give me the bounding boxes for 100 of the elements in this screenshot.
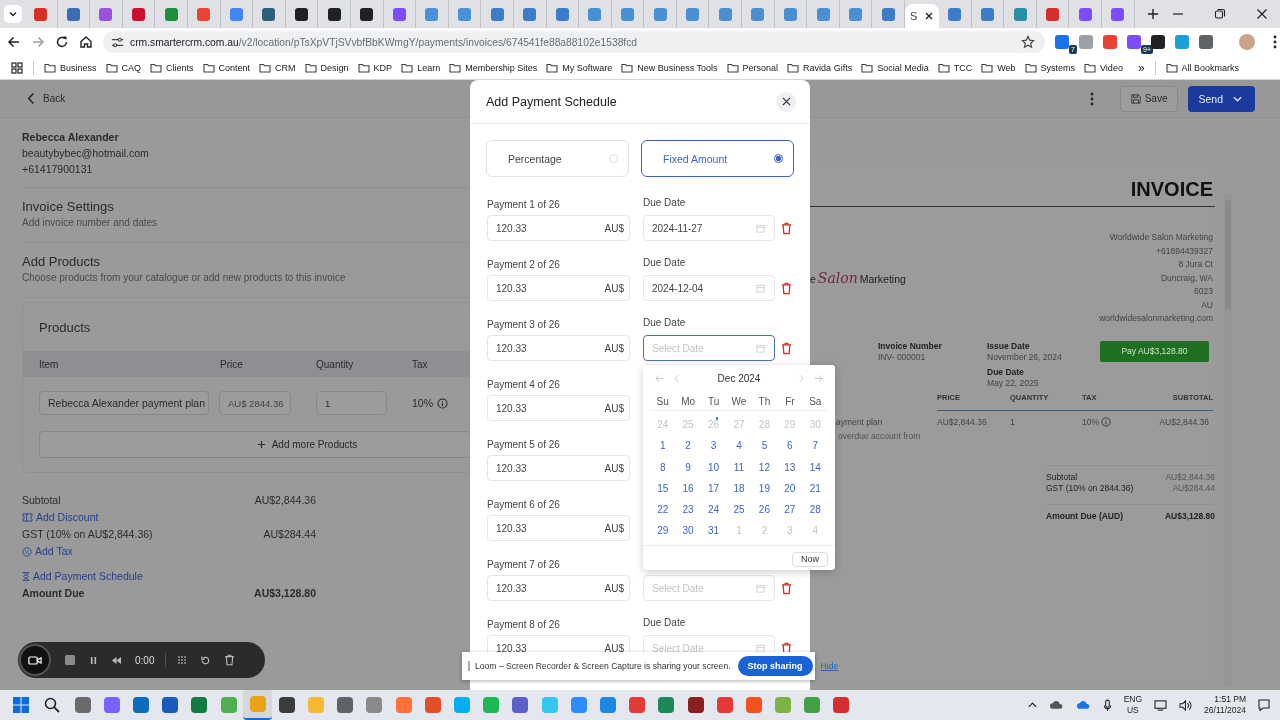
amount-field[interactable]: 120.33 AU$ [487,395,630,421]
calendar-day[interactable]: 25 [726,499,752,521]
restore-icon[interactable] [1214,8,1226,20]
extension-icon[interactable] [1103,35,1117,49]
speaker-icon[interactable] [1179,699,1193,711]
calendar-day[interactable]: 7 [802,435,828,457]
price-field[interactable]: AU$ 2844.36 [219,391,291,415]
trash-icon[interactable] [781,641,792,655]
bookmark-folder[interactable]: CAQ [121,62,142,73]
calendar-day[interactable]: 16 [675,477,701,500]
rewind-icon[interactable] [111,655,122,665]
extension-icon[interactable] [1199,35,1213,49]
trash-icon[interactable] [224,654,236,666]
cloud-icon[interactable] [1075,700,1091,710]
site-settings-icon[interactable] [111,35,124,49]
calendar-day[interactable]: 6 [777,435,803,457]
more-options-icon[interactable] [1089,91,1094,106]
calendar-day[interactable]: 19 [751,477,778,500]
stop-icon[interactable] [64,654,76,666]
microphone-icon[interactable] [1102,698,1112,712]
language-indicator[interactable]: ENG US [1123,694,1143,716]
bookmark-folder[interactable]: My Software [562,62,613,73]
amount-field[interactable]: 120.33 AU$ [487,575,630,601]
calendar-day[interactable]: 23 [675,499,701,521]
save-button[interactable]: Save [1119,85,1179,112]
bookmark-folder[interactable]: TCC [953,62,973,73]
calendar-day[interactable]: 14 [802,456,828,478]
bookmark-folder[interactable]: Clients [166,62,194,73]
bookmark-folder[interactable]: Design [320,62,349,73]
bookmark-folder[interactable]: Content [218,62,251,73]
camera-button[interactable] [19,644,51,676]
calendar-day[interactable]: 22 [650,499,676,521]
now-button[interactable]: Now [792,551,828,567]
calendar-day[interactable]: 18 [726,477,752,500]
item-field[interactable]: Rebecca Alexander payment plan [39,391,209,415]
calendar-day[interactable]: 1 [650,435,676,457]
calendar-day[interactable]: 5 [751,435,778,457]
calendar-day[interactable]: 3 [700,435,727,457]
bookmark-folder[interactable]: Learn [417,62,441,73]
pay-button[interactable]: Pay AU$3,128.80 [1100,340,1209,362]
extension-icon[interactable] [1151,35,1165,49]
menu-icon[interactable] [1273,35,1277,49]
amount-field[interactable]: 120.33 AU$ [487,455,630,481]
amount-field[interactable]: 120.33 AU$ [487,215,630,241]
reload-icon[interactable] [55,35,69,49]
trash-icon[interactable] [781,341,792,355]
more-bookmarks-button[interactable]: » [1137,60,1145,75]
calendar-day[interactable]: 9 [675,456,701,478]
apps-grid-icon[interactable] [11,61,23,74]
calendar-day[interactable]: 11 [726,456,752,478]
calendar-day[interactable]: 24 [700,499,727,521]
summary-link[interactable]: Add Tax [22,543,73,560]
bookmark-folder[interactable]: Personal [742,62,779,73]
calendar-day[interactable]: 21 [802,477,828,500]
clock[interactable]: 1:51 PM 26/11/2024 [1204,694,1246,716]
restart-icon[interactable] [200,654,212,666]
option-card[interactable]: Fixed Amount [641,140,794,177]
home-icon[interactable] [79,35,93,49]
extension-icon[interactable] [1127,35,1141,49]
quantity-field[interactable]: 1 [316,391,387,415]
calendar-day[interactable]: 28 [802,499,828,521]
calendar-day[interactable]: 27 [777,499,803,521]
bookmark-folder[interactable]: Ravida Gifts [803,62,853,73]
calendar-day[interactable]: 12 [751,456,778,478]
amount-field[interactable]: 120.33 AU$ [487,275,630,301]
add-products-button[interactable]: Add more Products [39,431,471,458]
extension-icon[interactable] [1055,35,1069,49]
drag-handle[interactable] [468,661,470,671]
calendar-day[interactable]: 10 [700,456,727,478]
grid-dots-icon[interactable] [177,655,188,665]
taskbar-app-icon[interactable] [243,690,273,720]
calendar-day[interactable]: 26 [751,499,778,521]
calendar-day[interactable]: 4 [726,435,752,457]
trash-icon[interactable] [781,581,792,595]
caret-up-icon[interactable] [1027,702,1037,708]
trash-icon[interactable] [781,221,792,235]
star-icon[interactable] [1021,35,1035,49]
bookmark-folder[interactable]: New Business Tools [637,62,718,73]
amount-field[interactable]: 120.33 AU$ [487,515,630,541]
info-icon[interactable] [1101,416,1111,427]
send-button[interactable]: Send [1188,85,1255,112]
summary-link[interactable]: Add Discount [22,509,99,526]
close-button[interactable] [776,91,796,112]
profile-avatar[interactable] [1239,34,1255,50]
calendar-day[interactable]: 13 [777,456,803,478]
bookmark-folder[interactable]: Social Media [877,62,929,73]
bookmark-folder[interactable]: Membership Sites [465,62,538,73]
calendar-day[interactable]: 31 [700,520,727,542]
plus-icon[interactable] [1146,8,1159,20]
close-icon[interactable] [1256,8,1268,20]
notification-icon[interactable] [1258,699,1270,711]
pause-icon[interactable] [89,655,98,665]
bookmark-folder[interactable]: CRM [275,62,296,73]
calendar-day[interactable]: 15 [650,477,676,500]
browser-tab[interactable]: S [905,4,940,28]
address-bar[interactable]: crm.smartercrm.com.au/v2/location/pTsXpVTjSVvbfBbKWmgY/payments/invoices/674541fe88a88102e1538fcd [103,31,1045,53]
monitor-icon[interactable] [1154,699,1168,711]
forward-arrow-icon[interactable] [31,35,45,49]
calendar-day[interactable]: 30 [675,520,701,542]
month-label[interactable]: Dec 2024 [689,373,789,384]
